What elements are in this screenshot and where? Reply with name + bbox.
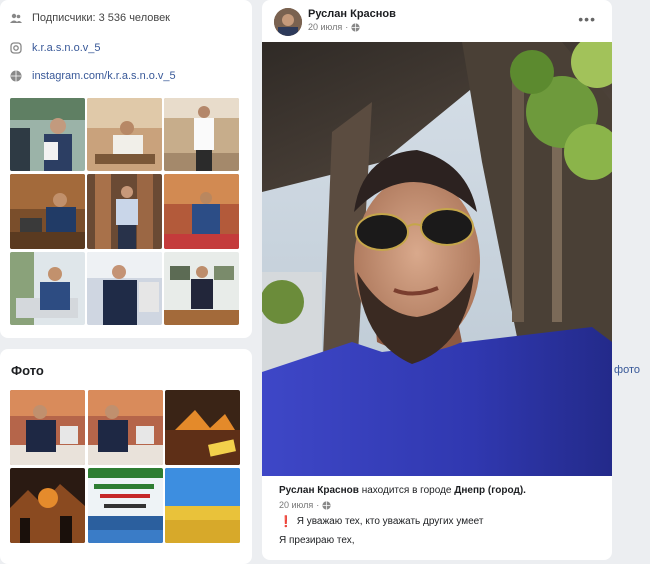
grid-photo-5[interactable] (87, 174, 162, 249)
instagram-handle-link[interactable]: k.r.a.s.n.o.v_5 (32, 42, 100, 54)
shared-meta: 20 июля · (279, 500, 331, 510)
shared-city[interactable]: Днепр (город). (454, 485, 526, 496)
instagram-icon (10, 42, 22, 54)
post-photo[interactable] (262, 42, 612, 476)
instagram-row[interactable]: k.r.a.s.n.o.v_5 (10, 42, 100, 54)
author-avatar[interactable] (274, 8, 302, 36)
grid-photo-1[interactable] (10, 98, 85, 171)
globe-icon (10, 70, 22, 82)
photos-tile-3[interactable] (165, 390, 240, 465)
grid-photo-8[interactable] (87, 252, 162, 325)
photos-tile-6[interactable] (165, 468, 240, 543)
photos-tile-5[interactable] (88, 468, 163, 543)
more-icon[interactable]: ••• (578, 11, 596, 27)
grid-photo-3[interactable] (164, 98, 239, 171)
photos-tile-1[interactable] (10, 390, 85, 465)
grid-photo-7[interactable] (10, 252, 85, 325)
shared-date[interactable]: 20 июля (279, 500, 313, 510)
post-text-2: Я презираю тех, (279, 535, 355, 546)
people-icon (10, 13, 22, 23)
shared-post-line: Руслан Краснов находится в городе Днепр … (279, 485, 526, 496)
exclamation-icon: ❗ (279, 516, 293, 528)
globe-small-icon (351, 22, 360, 32)
photos-title: Фото (11, 363, 44, 378)
grid-photo-9[interactable] (164, 252, 239, 325)
post-date[interactable]: 20 июля (308, 22, 342, 32)
subscribers-row: Подписчики: 3 536 человек (10, 12, 170, 24)
website-row[interactable]: instagram.com/k.r.a.s.n.o.v_5 (10, 70, 176, 82)
post-text-1: Я уважаю тех, кто уважать других умеет (296, 516, 484, 527)
profile-intro-card: Подписчики: 3 536 человек k.r.a.s.n.o.v_… (0, 0, 252, 338)
subscribers-text: Подписчики: 3 536 человек (32, 12, 170, 24)
post-text-line-1: ❗ Я уважаю тех, кто уважать других умеет (279, 515, 483, 528)
shared-author[interactable]: Руслан Краснов (279, 485, 359, 496)
shared-verb: находится в городе (358, 485, 455, 496)
photos-tile-2[interactable] (88, 390, 163, 465)
photos-tile-4[interactable] (10, 468, 85, 543)
post-author-name[interactable]: Руслан Краснов (308, 8, 396, 20)
instagram-url-link[interactable]: instagram.com/k.r.a.s.n.o.v_5 (32, 70, 176, 82)
grid-photo-4[interactable] (10, 174, 85, 249)
post-meta: 20 июля · (308, 22, 360, 32)
post-card: Руслан Краснов 20 июля · ••• Руслан Крас… (262, 0, 612, 560)
grid-photo-2[interactable] (87, 98, 162, 171)
globe-small-icon (322, 500, 331, 510)
grid-photo-6[interactable] (164, 174, 239, 249)
